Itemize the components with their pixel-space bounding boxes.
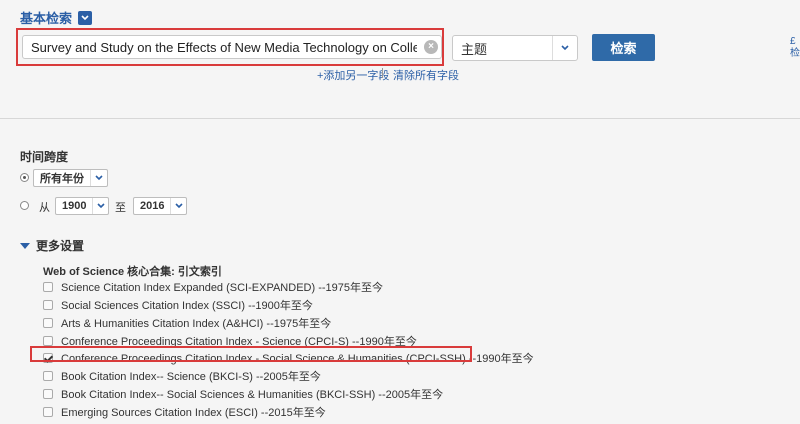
chevron-down-icon[interactable] bbox=[170, 198, 186, 214]
search-input[interactable] bbox=[22, 35, 442, 59]
index-checkbox[interactable] bbox=[43, 407, 53, 417]
index-row-bkci-ssh[interactable]: Book Citation Index-- Social Sciences & … bbox=[43, 386, 443, 402]
timespan-title: 时间跨度 bbox=[20, 150, 69, 164]
more-settings-toggle[interactable]: 更多设置 bbox=[20, 237, 84, 254]
chevron-down-icon[interactable] bbox=[78, 10, 93, 25]
index-checkbox[interactable] bbox=[43, 336, 53, 346]
cpci-ssh-highlight-box bbox=[30, 346, 472, 362]
add-field-link[interactable]: +添加另一字段 bbox=[317, 67, 389, 83]
wos-core-collection-title: Web of Science 核心合集: 引文索引 bbox=[43, 266, 222, 278]
search-button[interactable]: 检索 bbox=[592, 34, 655, 61]
chevron-down-icon[interactable] bbox=[92, 198, 108, 214]
basic-search-label: 基本检索 bbox=[20, 11, 73, 26]
index-checkbox[interactable] bbox=[43, 389, 53, 399]
basic-search-header[interactable]: 基本检索 bbox=[20, 8, 93, 27]
index-label: Book Citation Index-- Social Sciences & … bbox=[61, 389, 444, 401]
index-row-esci[interactable]: Emerging Sources Citation Index (ESCI) -… bbox=[43, 404, 326, 420]
index-checkbox[interactable] bbox=[43, 282, 53, 292]
chevron-down-icon[interactable] bbox=[90, 170, 107, 186]
index-row-sci-expanded[interactable]: Science Citation Index Expanded (SCI-EXP… bbox=[43, 279, 383, 295]
to-label: 至 bbox=[115, 202, 126, 214]
link-divider bbox=[382, 68, 383, 78]
from-year-dropdown[interactable]: 1900 bbox=[55, 197, 109, 215]
index-row-ahci[interactable]: Arts & Humanities Citation Index (A&HCI)… bbox=[43, 315, 331, 331]
clear-fields-link[interactable]: 清除所有字段 bbox=[393, 67, 459, 83]
index-checkbox[interactable] bbox=[43, 371, 53, 381]
all-years-radio[interactable] bbox=[20, 173, 29, 182]
triangle-down-icon bbox=[20, 242, 30, 249]
index-label: Emerging Sources Citation Index (ESCI) -… bbox=[61, 407, 326, 419]
index-label: Book Citation Index-- Science (BKCI-S) -… bbox=[61, 371, 321, 383]
from-year-value: 1900 bbox=[62, 200, 87, 212]
chevron-down-icon[interactable] bbox=[552, 36, 577, 60]
index-checkbox[interactable] bbox=[43, 318, 53, 328]
index-checkbox[interactable] bbox=[43, 300, 53, 310]
from-label: 从 bbox=[39, 202, 50, 214]
all-years-dropdown[interactable]: 所有年份 bbox=[33, 169, 108, 187]
to-year-dropdown[interactable]: 2016 bbox=[133, 197, 187, 215]
index-row-ssci[interactable]: Social Sciences Citation Index (SSCI) --… bbox=[43, 297, 313, 313]
index-label: Social Sciences Citation Index (SSCI) --… bbox=[61, 300, 313, 312]
section-divider bbox=[0, 118, 800, 119]
all-years-value: 所有年份 bbox=[40, 173, 84, 185]
index-label: Arts & Humanities Citation Index (A&HCI)… bbox=[61, 318, 332, 330]
field-select-value: 主题 bbox=[461, 41, 488, 57]
year-range-radio[interactable] bbox=[20, 201, 29, 210]
field-select[interactable]: 主题 bbox=[452, 35, 578, 61]
to-year-value: 2016 bbox=[140, 200, 165, 212]
right-edge-link[interactable]: £ 检 bbox=[790, 36, 800, 60]
clear-icon[interactable]: × bbox=[424, 40, 438, 54]
index-row-bkci-s[interactable]: Book Citation Index-- Science (BKCI-S) -… bbox=[43, 368, 321, 384]
more-settings-label: 更多设置 bbox=[36, 239, 85, 253]
index-label: Science Citation Index Expanded (SCI-EXP… bbox=[61, 282, 383, 294]
